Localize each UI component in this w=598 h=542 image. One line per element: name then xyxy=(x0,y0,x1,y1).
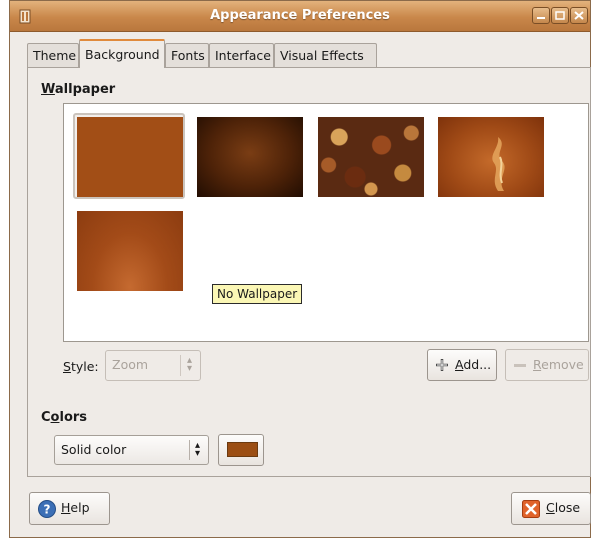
help-button[interactable]: ? Help xyxy=(29,492,110,525)
svg-text:?: ? xyxy=(44,503,51,517)
tab-interface[interactable]: Interface xyxy=(209,43,274,67)
remove-label: Remove xyxy=(533,357,584,372)
wallpaper-heading: Wallpaper xyxy=(41,82,116,97)
wallpaper-list[interactable]: No Wallpaper xyxy=(63,103,589,342)
help-label: Help xyxy=(61,500,90,515)
style-value: Zoom xyxy=(112,357,149,372)
color-mode-value: Solid color xyxy=(61,442,127,457)
appearance-preferences-window: Appearance Preferences Theme Background … xyxy=(9,0,591,538)
tab-theme[interactable]: Theme xyxy=(27,43,79,67)
wallpaper-thumbnail[interactable] xyxy=(77,211,183,291)
colors-heading: Colors xyxy=(41,410,88,425)
wallpaper-thumbnail-no-wallpaper[interactable] xyxy=(77,117,183,197)
updown-arrows-icon: ▴ ▾ xyxy=(187,355,193,374)
wallpaper-thumbnail[interactable] xyxy=(438,117,544,197)
window-title: Appearance Preferences xyxy=(210,8,390,23)
title-bar[interactable]: Appearance Preferences xyxy=(10,1,590,32)
maximize-button[interactable] xyxy=(551,7,569,24)
close-icon xyxy=(574,11,584,20)
style-combo[interactable]: Zoom ▴ ▾ xyxy=(105,350,201,381)
wallpaper-thumbnail[interactable] xyxy=(318,117,424,197)
remove-icon xyxy=(514,364,526,367)
help-icon: ? xyxy=(38,500,56,518)
color-swatch xyxy=(227,442,258,457)
remove-wallpaper-button[interactable]: Remove xyxy=(505,349,589,381)
tab-visual-effects[interactable]: Visual Effects xyxy=(274,43,377,67)
combo-separator xyxy=(180,355,181,376)
color-picker-button[interactable] xyxy=(218,434,264,466)
tooltip-no-wallpaper: No Wallpaper xyxy=(212,284,303,304)
maximize-icon xyxy=(555,11,565,20)
minimize-icon xyxy=(537,17,545,19)
combo-separator xyxy=(189,440,190,460)
updown-arrows-icon: ▴ ▾ xyxy=(195,440,201,459)
background-tab-panel: Wallpaper No Wallpaper Style: Zoom ▴ ▾ Ad… xyxy=(27,67,591,477)
add-label: Add... xyxy=(455,357,492,372)
add-icon xyxy=(436,359,448,371)
close-button[interactable]: Close xyxy=(511,492,591,525)
flame-graphic xyxy=(492,137,505,191)
style-label: Style: xyxy=(63,359,99,374)
close-label: Close xyxy=(546,500,581,515)
close-window-button[interactable] xyxy=(570,7,588,24)
wallpaper-thumbnail[interactable] xyxy=(197,117,303,197)
color-mode-combo[interactable]: Solid color ▴ ▾ xyxy=(54,435,209,465)
close-dialog-icon xyxy=(522,500,540,518)
add-wallpaper-button[interactable]: Add... xyxy=(427,349,497,381)
tab-fonts[interactable]: Fonts xyxy=(165,43,209,67)
minimize-button[interactable] xyxy=(532,7,550,24)
tab-background[interactable]: Background xyxy=(79,39,165,68)
